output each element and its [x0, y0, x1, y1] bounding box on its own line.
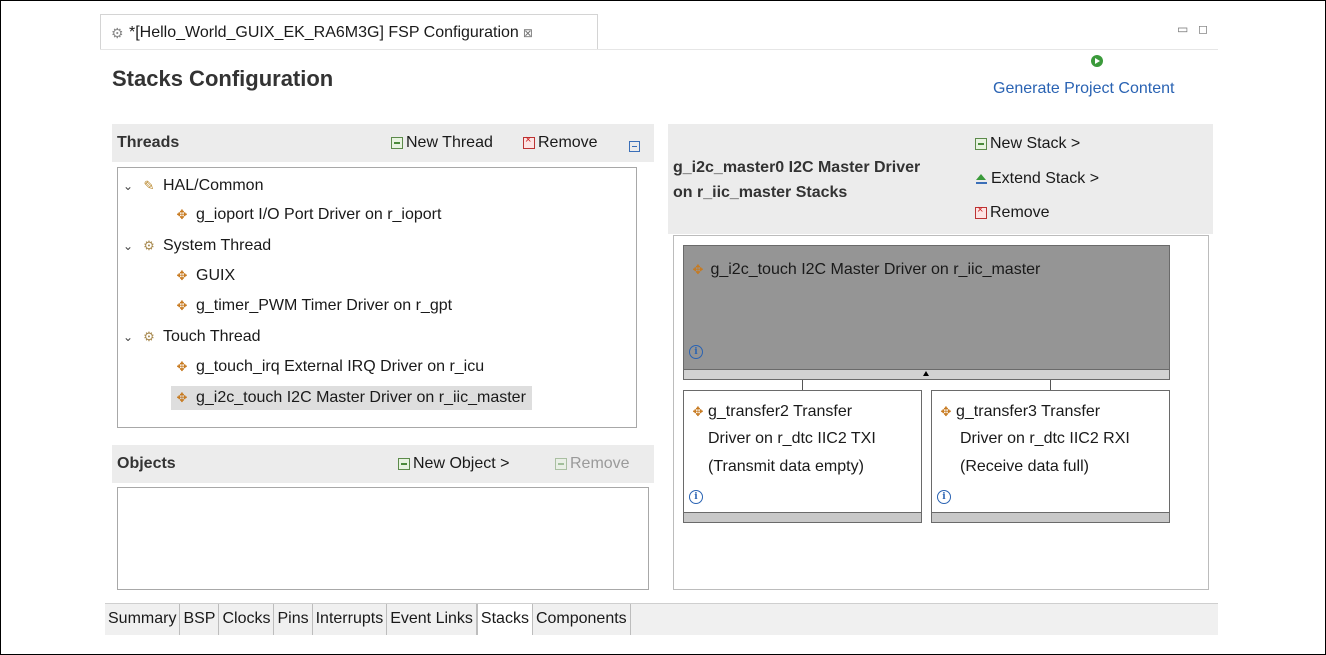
remove-object-button[interactable]: Remove — [555, 455, 630, 473]
stacks-title-line2: on r_iic_master Stacks — [673, 184, 848, 201]
remove-thread-button[interactable]: Remove — [523, 134, 598, 152]
config-gear-icon: ⚙ — [111, 24, 124, 41]
new-thread-label: New Thread — [406, 134, 493, 151]
info-icon[interactable]: i — [689, 490, 703, 504]
stack-block-expander[interactable] — [683, 512, 922, 523]
threads-tree[interactable]: ⌄ ✎ HAL/Common ✥ g_ioport I/O Port Drive… — [117, 167, 637, 428]
tree-node-touch-thread[interactable]: ⌄ ⚙ Touch Thread — [123, 325, 261, 349]
remove-icon — [523, 134, 535, 149]
stacks-header — [668, 124, 1213, 234]
module-icon: ✥ — [176, 268, 188, 283]
extend-stack-icon — [975, 173, 988, 186]
module-icon: ✥ — [176, 359, 188, 374]
remove-stack-label: Remove — [990, 204, 1050, 221]
remove-icon — [555, 458, 567, 470]
extend-stack-label: Extend Stack > — [991, 170, 1100, 187]
tree-node-label: g_ioport I/O Port Driver on r_ioport — [196, 206, 442, 223]
connector-line — [802, 380, 803, 390]
objects-list[interactable] — [117, 487, 649, 590]
threads-title: Threads — [117, 134, 180, 151]
module-icon: ✥ — [940, 404, 952, 419]
module-icon: ✥ — [176, 390, 188, 405]
module-icon: ✥ — [692, 404, 704, 419]
stacks-title-line1: g_i2c_master0 I2C Master Driver — [673, 159, 921, 176]
new-stack-label: New Stack > — [990, 135, 1081, 152]
thread-gear-icon: ⚙ — [143, 238, 155, 253]
tree-node-guix[interactable]: ✥ GUIX — [174, 264, 236, 288]
tree-node-label: g_touch_irq External IRQ Driver on r_icu — [196, 358, 485, 375]
tab-bsp[interactable]: BSP — [180, 604, 220, 635]
extend-stack-button[interactable]: Extend Stack > — [975, 170, 1099, 188]
new-thread-button[interactable]: New Thread — [391, 134, 493, 152]
tab-interrupts[interactable]: Interrupts — [312, 604, 388, 635]
objects-title: Objects — [117, 455, 176, 472]
chevron-down-icon[interactable]: ⌄ — [123, 330, 141, 344]
stack-block-title: ✥ g_i2c_touch I2C Master Driver on r_iic… — [690, 258, 1041, 282]
tree-node-hal-common[interactable]: ⌄ ✎ HAL/Common — [123, 174, 263, 198]
new-object-label: New Object > — [413, 455, 510, 472]
info-icon[interactable]: i — [689, 345, 703, 359]
chevron-down-icon[interactable]: ⌄ — [123, 239, 141, 253]
module-icon: ✥ — [176, 207, 188, 222]
tree-node-timer[interactable]: ✥ g_timer_PWM Timer Driver on r_gpt — [174, 294, 453, 318]
tree-node-label: Touch Thread — [163, 328, 261, 345]
tabbar-divider — [100, 49, 1218, 50]
tab-event-links[interactable]: Event Links — [387, 604, 477, 635]
new-thread-icon — [391, 137, 403, 149]
editor-tab[interactable]: ⚙ *[Hello_World_GUIX_EK_RA6M3G] FSP Conf… — [100, 14, 598, 50]
editor-tab-title: *[Hello_World_GUIX_EK_RA6M3G] FSP Config… — [129, 23, 519, 41]
minimize-icon[interactable]: ▭ — [1177, 22, 1188, 36]
tree-node-label: GUIX — [196, 267, 236, 284]
remove-stack-button[interactable]: Remove — [975, 204, 1050, 222]
connector-line — [1050, 380, 1051, 390]
stack-block-line: Driver on r_dtc IIC2 TXI — [708, 430, 876, 447]
tree-node-touch-irq[interactable]: ✥ g_touch_irq External IRQ Driver on r_i… — [174, 355, 485, 379]
tree-node-i2c-touch[interactable]: ✥ g_i2c_touch I2C Master Driver on r_iic… — [171, 386, 532, 410]
tree-node-system-thread[interactable]: ⌄ ⚙ System Thread — [123, 234, 271, 258]
tab-pins[interactable]: Pins — [274, 604, 313, 635]
module-icon: ✥ — [692, 262, 704, 277]
stack-block-label: g_transfer2 Transfer — [708, 403, 853, 420]
new-stack-icon — [975, 138, 987, 150]
tree-node-ioport[interactable]: ✥ g_ioport I/O Port Driver on r_ioport — [174, 203, 442, 227]
collapse-arrow-icon[interactable] — [923, 371, 929, 376]
stack-block-line: Driver on r_dtc IIC2 RXI — [960, 430, 1130, 447]
tree-node-label: HAL/Common — [163, 177, 264, 194]
generate-project-content-link[interactable]: Generate Project Content — [993, 80, 1174, 98]
remove-icon — [975, 204, 987, 219]
new-object-button[interactable]: New Object > — [398, 455, 509, 473]
tab-summary[interactable]: Summary — [105, 604, 181, 635]
stack-block-expander[interactable] — [931, 512, 1170, 523]
tab-clocks[interactable]: Clocks — [219, 604, 275, 635]
info-icon[interactable]: i — [937, 490, 951, 504]
chevron-down-icon[interactable]: ⌄ — [123, 179, 141, 193]
hal-icon: ✎ — [143, 178, 155, 193]
close-tab-icon[interactable]: ⊠ — [523, 26, 533, 40]
stack-block-title: ✥ g_transfer2 Transfer — [690, 400, 853, 424]
collapse-all-icon[interactable] — [629, 139, 640, 157]
tree-node-label: System Thread — [163, 237, 272, 254]
new-stack-button[interactable]: New Stack > — [975, 135, 1080, 153]
maximize-icon[interactable]: ◻ — [1198, 22, 1208, 36]
stack-block-label: g_i2c_touch I2C Master Driver on r_iic_m… — [710, 261, 1041, 278]
stack-block-title: ✥ g_transfer3 Transfer — [938, 400, 1101, 424]
stack-block-line: (Transmit data empty) — [708, 458, 864, 475]
tab-components[interactable]: Components — [532, 604, 631, 635]
remove-thread-label: Remove — [538, 134, 598, 151]
tab-stacks[interactable]: Stacks — [476, 604, 533, 635]
thread-gear-icon: ⚙ — [143, 329, 155, 344]
tree-node-label: g_timer_PWM Timer Driver on r_gpt — [196, 297, 453, 314]
configuration-tabs: Summary BSP Clocks Pins Interrupts Event… — [105, 603, 1218, 635]
module-icon: ✥ — [176, 298, 188, 313]
remove-object-label: Remove — [570, 455, 630, 472]
run-generate-icon[interactable] — [1091, 55, 1103, 67]
new-object-icon — [398, 458, 410, 470]
page-title: Stacks Configuration — [112, 66, 334, 91]
tree-node-label: g_i2c_touch I2C Master Driver on r_iic_m… — [196, 389, 526, 406]
stack-block-line: (Receive data full) — [960, 458, 1089, 475]
stack-block-label: g_transfer3 Transfer — [956, 403, 1101, 420]
